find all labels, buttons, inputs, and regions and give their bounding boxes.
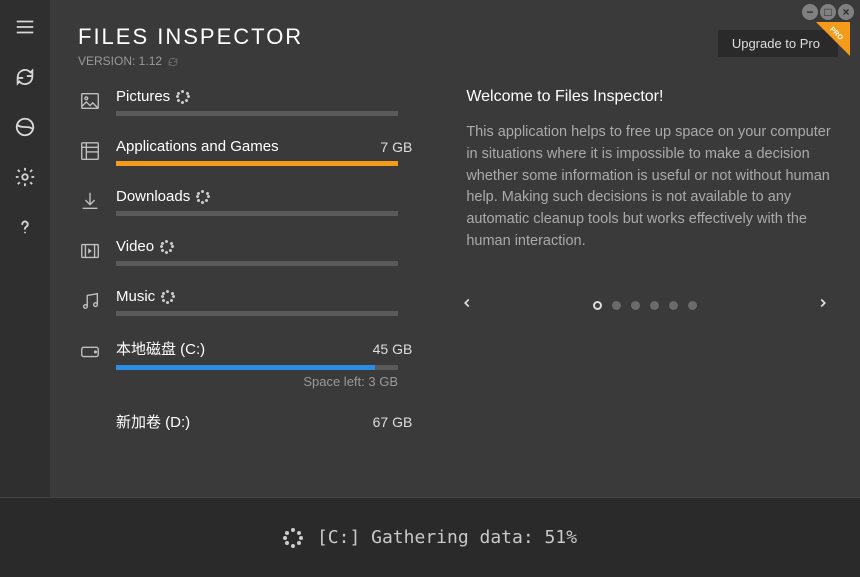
header: FILES INSPECTOR VERSION: 1.12 bbox=[78, 24, 303, 68]
globe-icon[interactable] bbox=[14, 116, 36, 138]
menu-icon[interactable] bbox=[14, 16, 36, 38]
carousel-prev-button[interactable] bbox=[460, 296, 474, 315]
cat-size: 67 GB bbox=[373, 414, 413, 430]
carousel-dot[interactable] bbox=[688, 301, 697, 310]
refresh-small-icon[interactable] bbox=[167, 56, 179, 68]
pro-badge-icon: PRO bbox=[816, 22, 850, 56]
category-pictures[interactable]: Pictures bbox=[78, 88, 412, 116]
category-downloads[interactable]: Downloads bbox=[78, 188, 412, 216]
welcome-panel: Welcome to Files Inspector! This applica… bbox=[466, 88, 840, 454]
app-title: FILES INSPECTOR bbox=[78, 24, 303, 50]
loading-spinner-icon bbox=[196, 190, 210, 204]
cat-label: Applications and Games bbox=[116, 138, 279, 155]
space-left-label: Space left: 3 GB bbox=[116, 374, 398, 389]
help-icon[interactable] bbox=[14, 216, 36, 238]
carousel-dot[interactable] bbox=[631, 301, 640, 310]
video-icon bbox=[79, 240, 101, 262]
progress-bar bbox=[116, 261, 398, 266]
cat-label: Pictures bbox=[116, 88, 170, 105]
carousel bbox=[460, 296, 830, 315]
carousel-dots bbox=[593, 301, 697, 310]
gear-icon[interactable] bbox=[14, 166, 36, 188]
progress-bar bbox=[116, 365, 398, 370]
cat-label: 本地磁盘 (C:) bbox=[116, 338, 205, 359]
cat-label: Video bbox=[116, 238, 154, 255]
category-music[interactable]: Music bbox=[78, 288, 412, 316]
status-bar: [C:] Gathering data: 51% bbox=[0, 497, 860, 577]
category-video[interactable]: Video bbox=[78, 238, 412, 266]
downloads-icon bbox=[79, 190, 101, 212]
progress-bar bbox=[116, 311, 398, 316]
minimize-button[interactable]: − bbox=[802, 4, 818, 20]
progress-bar bbox=[116, 111, 398, 116]
music-icon bbox=[79, 290, 101, 312]
category-disk-c[interactable]: 本地磁盘 (C:) 45 GB Space left: 3 GB bbox=[78, 338, 412, 389]
cat-size: 45 GB bbox=[373, 341, 413, 357]
cat-label: Music bbox=[116, 288, 155, 305]
welcome-text: This application helps to free up space … bbox=[466, 122, 840, 253]
cat-size: 7 GB bbox=[380, 139, 412, 155]
loading-spinner-icon bbox=[160, 240, 174, 254]
categories-list: Pictures Applications and Games 7 GB Down… bbox=[78, 88, 412, 454]
version-label: VERSION: 1.12 bbox=[78, 54, 162, 68]
progress-bar bbox=[116, 161, 398, 166]
carousel-dot[interactable] bbox=[593, 301, 602, 310]
progress-bar bbox=[116, 211, 398, 216]
apps-icon bbox=[79, 140, 101, 162]
carousel-dot[interactable] bbox=[669, 301, 678, 310]
carousel-dot[interactable] bbox=[650, 301, 659, 310]
status-text: [C:] Gathering data: 51% bbox=[317, 527, 577, 548]
loading-spinner-icon bbox=[176, 90, 190, 104]
maximize-button[interactable]: □ bbox=[820, 4, 836, 20]
refresh-icon[interactable] bbox=[14, 66, 36, 88]
sidebar bbox=[0, 0, 50, 577]
loading-spinner-icon bbox=[161, 290, 175, 304]
carousel-dot[interactable] bbox=[612, 301, 621, 310]
pictures-icon bbox=[79, 90, 101, 112]
welcome-title: Welcome to Files Inspector! bbox=[466, 88, 840, 106]
cat-label: Downloads bbox=[116, 188, 190, 205]
category-disk-d[interactable]: 新加卷 (D:) 67 GB bbox=[78, 411, 412, 432]
cat-label: 新加卷 (D:) bbox=[116, 411, 190, 432]
close-button[interactable]: × bbox=[838, 4, 854, 20]
disk-icon bbox=[79, 340, 101, 362]
carousel-next-button[interactable] bbox=[816, 296, 830, 315]
category-apps[interactable]: Applications and Games 7 GB bbox=[78, 138, 412, 166]
loading-spinner-icon bbox=[283, 528, 303, 548]
